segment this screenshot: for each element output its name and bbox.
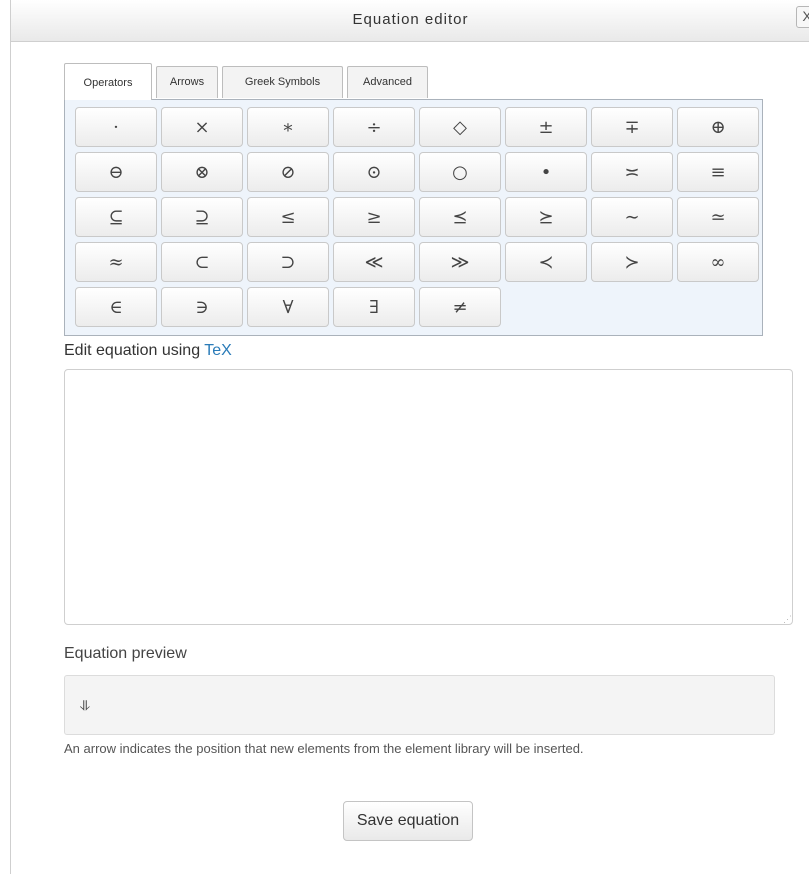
insert-position-arrow-icon: ⥥ <box>80 698 91 714</box>
resize-grip-icon[interactable]: ⋰ <box>783 614 792 625</box>
tab-advanced[interactable]: Advanced <box>347 66 428 98</box>
symbol-button[interactable]: ⊇ <box>161 197 243 237</box>
symbol-button[interactable]: ⪰ <box>505 197 587 237</box>
save-equation-button[interactable]: Save equation <box>343 801 473 841</box>
symbol-button[interactable]: ≤ <box>247 197 329 237</box>
symbol-button[interactable]: ∼ <box>591 197 673 237</box>
symbol-button[interactable]: ± <box>505 107 587 147</box>
equation-editor-dialog: Equation editor X Operators Arrows Greek… <box>10 0 809 874</box>
dialog-titlebar: Equation editor <box>11 0 809 42</box>
symbol-button[interactable]: ∞ <box>677 242 759 282</box>
close-icon[interactable]: X <box>796 6 809 28</box>
symbol-button[interactable]: ⊘ <box>247 152 329 192</box>
symbol-button[interactable]: ∀ <box>247 287 329 327</box>
symbol-button[interactable]: · <box>75 107 157 147</box>
symbol-button[interactable]: ≪ <box>333 242 415 282</box>
tab-operators[interactable]: Operators <box>64 63 152 100</box>
symbol-button[interactable]: ∗ <box>247 107 329 147</box>
symbol-button[interactable]: ÷ <box>333 107 415 147</box>
symbol-button[interactable]: ⊆ <box>75 197 157 237</box>
dialog-title: Equation editor <box>352 11 469 28</box>
symbol-button[interactable]: ◇ <box>419 107 501 147</box>
symbol-button[interactable]: ≫ <box>419 242 501 282</box>
symbol-button[interactable]: ⊃ <box>247 242 329 282</box>
symbol-button[interactable]: ≺ <box>505 242 587 282</box>
symbol-library-panel: · × ∗ ÷ ◇ ± ∓ ⊕ ⊖ ⊗ ⊘ ⊙ ○ • ≍ ≡ ⊆ ⊇ ≤ ≥ ⪯ ⪰ ∼ ≃ ≈ ⊂ ⊃ ≪ ≫ ≺ ≻ ∞ ∈ ∋ ∀ ∃ ≠ <box>64 99 763 336</box>
symbol-button[interactable]: ⊕ <box>677 107 759 147</box>
edit-equation-label: Edit equation using TeX <box>64 342 232 360</box>
symbol-button[interactable]: ≈ <box>75 242 157 282</box>
insertion-hint: An arrow indicates the position that new… <box>64 741 584 756</box>
equation-preview: ⥥ <box>64 675 775 735</box>
tex-link[interactable]: TeX <box>204 342 232 359</box>
equation-preview-label: Equation preview <box>64 645 187 662</box>
symbol-button[interactable]: ⊂ <box>161 242 243 282</box>
symbol-button[interactable]: ⊙ <box>333 152 415 192</box>
tab-greek-symbols[interactable]: Greek Symbols <box>222 66 343 98</box>
symbol-button[interactable]: ○ <box>419 152 501 192</box>
symbol-button[interactable]: ⊗ <box>161 152 243 192</box>
symbol-button[interactable]: ⪯ <box>419 197 501 237</box>
symbol-button[interactable]: ≃ <box>677 197 759 237</box>
tab-arrows[interactable]: Arrows <box>156 66 218 98</box>
symbol-button[interactable]: ≍ <box>591 152 673 192</box>
symbol-button[interactable]: × <box>161 107 243 147</box>
symbol-button[interactable]: ≥ <box>333 197 415 237</box>
symbol-button[interactable]: ∃ <box>333 287 415 327</box>
symbol-button[interactable]: ∈ <box>75 287 157 327</box>
symbol-button[interactable]: ⊖ <box>75 152 157 192</box>
symbol-button[interactable]: ∓ <box>591 107 673 147</box>
symbol-button[interactable]: ≡ <box>677 152 759 192</box>
edit-equation-label-text: Edit equation using <box>64 342 205 359</box>
symbol-button[interactable]: • <box>505 152 587 192</box>
symbol-button[interactable]: ∋ <box>161 287 243 327</box>
tex-input[interactable] <box>64 369 793 625</box>
symbol-button[interactable]: ≠ <box>419 287 501 327</box>
symbol-button[interactable]: ≻ <box>591 242 673 282</box>
